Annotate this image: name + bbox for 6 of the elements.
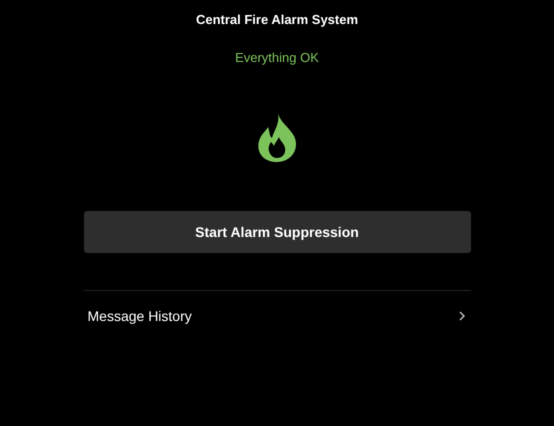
flame-icon	[256, 112, 298, 164]
start-suppression-button[interactable]: Start Alarm Suppression	[84, 211, 470, 253]
status-text: Everything OK	[235, 48, 319, 67]
message-history-item[interactable]: Message History	[84, 291, 470, 341]
chevron-right-icon	[458, 311, 464, 321]
window-title: Central Fire Alarm System	[196, 11, 358, 29]
